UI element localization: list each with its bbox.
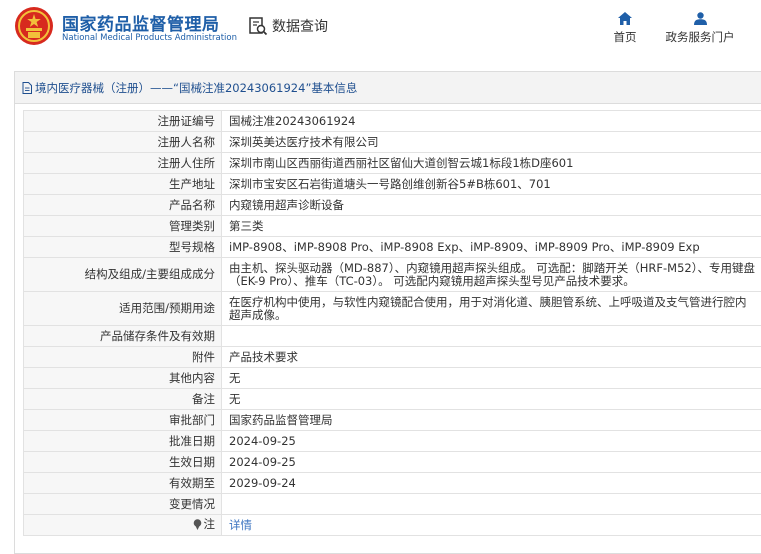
field-value: 2024-09-25: [221, 430, 761, 452]
field-key: 生效日期: [23, 451, 222, 473]
field-key: 注册人名称: [23, 131, 222, 153]
field-key: 注册证编号: [23, 110, 222, 132]
document-icon: [22, 81, 32, 94]
org-name-en[interactable]: National Medical Products Administration: [62, 33, 237, 43]
field-value: 深圳英美达医疗技术有限公司: [221, 131, 761, 153]
field-key: 型号规格: [23, 236, 222, 258]
field-value: 国家药品监督管理局: [221, 409, 761, 431]
field-key: 附件: [23, 346, 222, 368]
field-key: 结构及组成/主要组成成分: [23, 257, 222, 292]
table-row: 适用范围/预期用途 在医疗机构中使用，与软性内窥镜配合使用，用于对消化道、胰胆管系…: [23, 291, 761, 326]
table-row: 备注无: [23, 388, 761, 410]
field-value: 内窥镜用超声诊断设备: [221, 194, 761, 216]
table-row: 结构及组成/主要组成成分 由主机、探头驱动器（MD-887）、内窥镜用超声探头组成…: [23, 257, 761, 292]
panel-header: 境内医疗器械（注册）——“国械注准20243061924”基本信息: [15, 72, 761, 104]
info-table: 注册证编号 国械注准20243061924 注册人名称 深圳英美达医疗技术有限公司 注册…: [23, 110, 761, 536]
field-value: iMP-8908、iMP-8908 Pro、iMP-8908 Exp、iMP-8…: [221, 236, 761, 258]
table-row: 有效期至 2029-09-24: [23, 472, 761, 494]
table-row: 产品储存条件及有效期: [23, 325, 761, 347]
field-value: 国械注准20243061924: [221, 110, 761, 132]
field-value: 无: [221, 388, 761, 410]
home-icon: [618, 12, 632, 25]
nav-service-portal-label: 政务服务门户: [665, 30, 735, 44]
nav-service-portal[interactable]: 政务服务门户: [660, 12, 740, 45]
table-row: 型号规格 iMP-8908、iMP-8908 Pro、iMP-8908 Exp、i…: [23, 236, 761, 258]
field-value: 2024-09-25: [221, 451, 761, 473]
table-row: 生产地址 深圳市宝安区石岩街道塘头一号路创维创新谷5#B栋601、701: [23, 173, 761, 195]
field-key: 有效期至: [23, 472, 222, 494]
pin-icon: [193, 518, 201, 530]
note-key-label: 注: [203, 516, 216, 531]
field-key: 备注: [23, 388, 222, 410]
data-query-link[interactable]: 数据查询: [248, 14, 328, 38]
table-row: 注册人住所 深圳市南山区西丽街道西丽社区留仙大道创智云城1标段1栋D座601: [23, 152, 761, 174]
field-value: 2029-09-24: [221, 472, 761, 494]
nav-home-label: 首页: [613, 30, 637, 44]
field-key: 变更情况: [23, 493, 222, 515]
field-key-note: 注: [23, 514, 222, 536]
field-key: 其他内容: [23, 367, 222, 389]
field-value: 无: [221, 367, 761, 389]
field-value: 深圳市宝安区石岩街道塘头一号路创维创新谷5#B栋601、701: [221, 173, 761, 195]
field-key: 适用范围/预期用途: [23, 291, 222, 326]
field-key: 生产地址: [23, 173, 222, 195]
table-row-note: 注 详情: [23, 514, 761, 536]
table-row: 审批部门 国家药品监督管理局: [23, 409, 761, 431]
field-value-note: 详情: [221, 514, 761, 536]
field-key: 产品储存条件及有效期: [23, 325, 222, 347]
table-row: 注册证编号 国械注准20243061924: [23, 110, 761, 132]
table-row: 注册人名称 深圳英美达医疗技术有限公司: [23, 131, 761, 153]
field-value: 第三类: [221, 215, 761, 237]
org-name-cn[interactable]: 国家药品监督管理局: [62, 10, 220, 35]
table-row: 变更情况: [23, 493, 761, 515]
field-value: 在医疗机构中使用，与软性内窥镜配合使用，用于对消化道、胰胆管系统、上呼吸道及支气…: [221, 291, 761, 326]
table-row: 管理类别 第三类: [23, 215, 761, 237]
details-link[interactable]: 详情: [229, 518, 252, 532]
table-row: 生效日期 2024-09-25: [23, 451, 761, 473]
data-search-icon: [249, 17, 268, 36]
info-table-wrapper: 注册证编号 国械注准20243061924 注册人名称 深圳英美达医疗技术有限公司 注册…: [23, 110, 761, 536]
field-key: 审批部门: [23, 409, 222, 431]
site-header: 国家药品监督管理局 National Medical Products Admi…: [0, 0, 761, 62]
panel-title: 境内医疗器械（注册）——“国械注准20243061924”基本信息: [35, 80, 358, 95]
user-icon: [693, 12, 707, 25]
field-value: 深圳市南山区西丽街道西丽社区留仙大道创智云城1标段1栋D座601: [221, 152, 761, 174]
nav-home[interactable]: 首页: [606, 12, 644, 45]
national-emblem-icon[interactable]: [14, 6, 54, 46]
detail-panel: 境内医疗器械（注册）——“国械注准20243061924”基本信息 注册证编号国…: [14, 71, 761, 554]
table-row: 其他内容无: [23, 367, 761, 389]
field-key: 批准日期: [23, 430, 222, 452]
field-key: 产品名称: [23, 194, 222, 216]
field-value: 产品技术要求: [221, 346, 761, 368]
table-row: 产品名称 内窥镜用超声诊断设备: [23, 194, 761, 216]
field-value: 由主机、探头驱动器（MD-887）、内窥镜用超声探头组成。 可选配：脚踏开关（H…: [221, 257, 761, 292]
field-value: [221, 493, 761, 515]
data-query-label: 数据查询: [272, 19, 328, 35]
field-value: [221, 325, 761, 347]
field-key: 管理类别: [23, 215, 222, 237]
field-key: 注册人住所: [23, 152, 222, 174]
table-row: 附件 产品技术要求: [23, 346, 761, 368]
table-row: 批准日期 2024-09-25: [23, 430, 761, 452]
